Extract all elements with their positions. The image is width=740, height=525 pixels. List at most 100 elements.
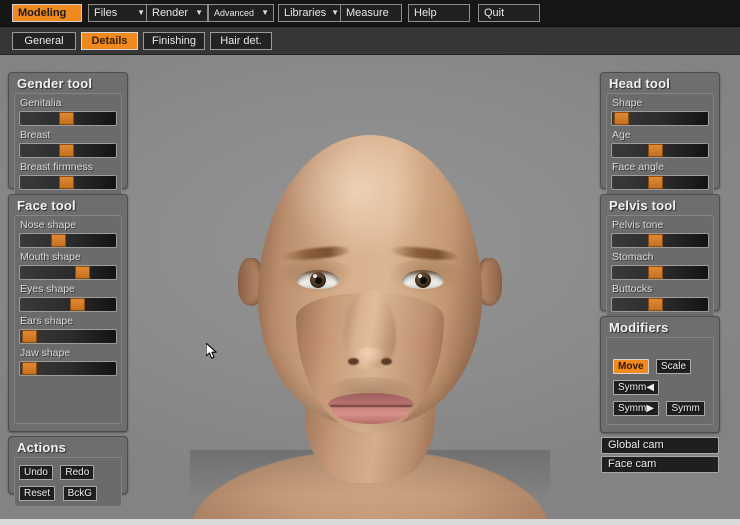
menu-item-label: Render [152,7,188,19]
panel-title: Actions [9,437,127,457]
model-nostril-right [381,358,392,365]
slider-breast-firmness[interactable] [19,175,117,190]
slider-mouth-shape[interactable] [19,265,117,280]
panel-title: Gender tool [9,73,127,93]
slider-knob[interactable] [648,234,663,247]
menu-item-label: Files [94,7,117,19]
control-head-shape: Shape [611,97,709,126]
slider-knob[interactable] [614,112,629,125]
slider-knob[interactable] [648,144,663,157]
slider-face-angle[interactable] [611,175,709,190]
slider-breast[interactable] [19,143,117,158]
reset-button[interactable]: Reset [19,486,55,501]
slider-nose-shape[interactable] [19,233,117,248]
model-eye-left [297,270,339,289]
tab-finishing[interactable]: Finishing [143,32,205,50]
slider-knob[interactable] [59,176,74,189]
menu-item-measure[interactable]: Measure [340,4,402,22]
slider-knob[interactable] [51,234,66,247]
slider-eyes-shape[interactable] [19,297,117,312]
slider-knob[interactable] [59,144,74,157]
panel-title: Head tool [601,73,719,93]
panel-body: Shape Age Face angle [606,93,714,199]
face-cam-button[interactable]: Face cam [601,456,719,473]
slider-label: Shape [611,97,709,110]
menu-item-label: Measure [346,7,389,19]
menu-item-advanced[interactable]: Advanced ▼ [208,4,274,22]
model-nostril-left [348,358,359,365]
control-stomach: Stomach [611,251,709,280]
slider-pelvis-tone[interactable] [611,233,709,248]
panel-pelvis-tool: Pelvis tool Pelvis tone Stomach Buttocks [600,194,720,311]
panel-title: Pelvis tool [601,195,719,215]
slider-stomach[interactable] [611,265,709,280]
slider-knob[interactable] [648,266,663,279]
model-pupil-left [315,277,322,284]
menu-item-quit[interactable]: Quit [478,4,540,22]
chevron-down-icon: ▼ [331,9,339,17]
tab-hair-det[interactable]: Hair det. [210,32,272,50]
slider-buttocks[interactable] [611,297,709,312]
menu-item-libraries[interactable]: Libraries ▼ [278,4,344,22]
slider-label: Mouth shape [19,251,117,264]
menu-item-label: Help [414,7,437,19]
bottom-strip [0,519,740,525]
panel-face-tool: Face tool Nose shape Mouth shape Eyes sh… [8,194,128,432]
model-lip-line [330,405,412,407]
menu-item-files[interactable]: Files ▼ [88,4,150,22]
chevron-down-icon: ▼ [195,9,203,17]
control-genitalia: Genitalia [19,97,117,126]
undo-button[interactable]: Undo [19,465,53,480]
slider-knob[interactable] [70,298,85,311]
panel-body: Undo Redo Reset BckG [14,457,122,507]
slider-knob[interactable] [75,266,90,279]
model-pupil-right [420,277,427,284]
slider-ears-shape[interactable] [19,329,117,344]
slider-genitalia[interactable] [19,111,117,126]
control-jaw-shape: Jaw shape [19,347,117,376]
panel-modifiers: Modifiers Move Scale Symm◀ Symm▶ Symm [600,316,720,433]
model-lower-lip [332,405,410,424]
control-face-angle: Face angle [611,161,709,190]
menu-item-modeling[interactable]: Modeling [12,4,82,22]
slider-label: Genitalia [19,97,117,110]
control-mouth-shape: Mouth shape [19,251,117,280]
slider-knob[interactable] [22,330,37,343]
panel-title: Modifiers [601,317,719,337]
move-tool-button[interactable]: Move [613,359,649,374]
slider-label: Eyes shape [19,283,117,296]
slider-knob[interactable] [648,298,663,311]
slider-age[interactable] [611,143,709,158]
slider-label: Jaw shape [19,347,117,360]
global-cam-button[interactable]: Global cam [601,437,719,454]
slider-label: Nose shape [19,219,117,232]
slider-jaw-shape[interactable] [19,361,117,376]
slider-knob[interactable] [648,176,663,189]
slider-label: Buttocks [611,283,709,296]
tab-label: Details [91,35,127,47]
control-breast-firmness: Breast firmness [19,161,117,190]
redo-button[interactable]: Redo [60,465,94,480]
slider-knob[interactable] [59,112,74,125]
symmetry-left-button[interactable]: Symm◀ [613,380,659,395]
scale-tool-button[interactable]: Scale [656,359,691,374]
slider-head-shape[interactable] [611,111,709,126]
slider-label: Stomach [611,251,709,264]
slider-knob[interactable] [22,362,37,375]
model-cheek-right [398,323,450,363]
slider-label: Ears shape [19,315,117,328]
tab-details[interactable]: Details [81,32,138,50]
symmetry-right-button[interactable]: Symm▶ [613,401,659,416]
control-buttocks: Buttocks [611,283,709,312]
background-button[interactable]: BckG [63,486,97,501]
menu-item-label: Libraries [284,7,326,19]
model-eyelid-left [297,270,339,275]
menu-item-render[interactable]: Render ▼ [146,4,208,22]
control-pelvis-tone: Pelvis tone [611,219,709,248]
menu-item-help[interactable]: Help [408,4,470,22]
tab-label: Finishing [152,35,196,47]
model-eye-right [402,270,444,289]
symmetry-button[interactable]: Symm [666,401,704,416]
panel-body: Move Scale Symm◀ Symm▶ Symm [606,337,714,425]
tab-general[interactable]: General [12,32,76,50]
